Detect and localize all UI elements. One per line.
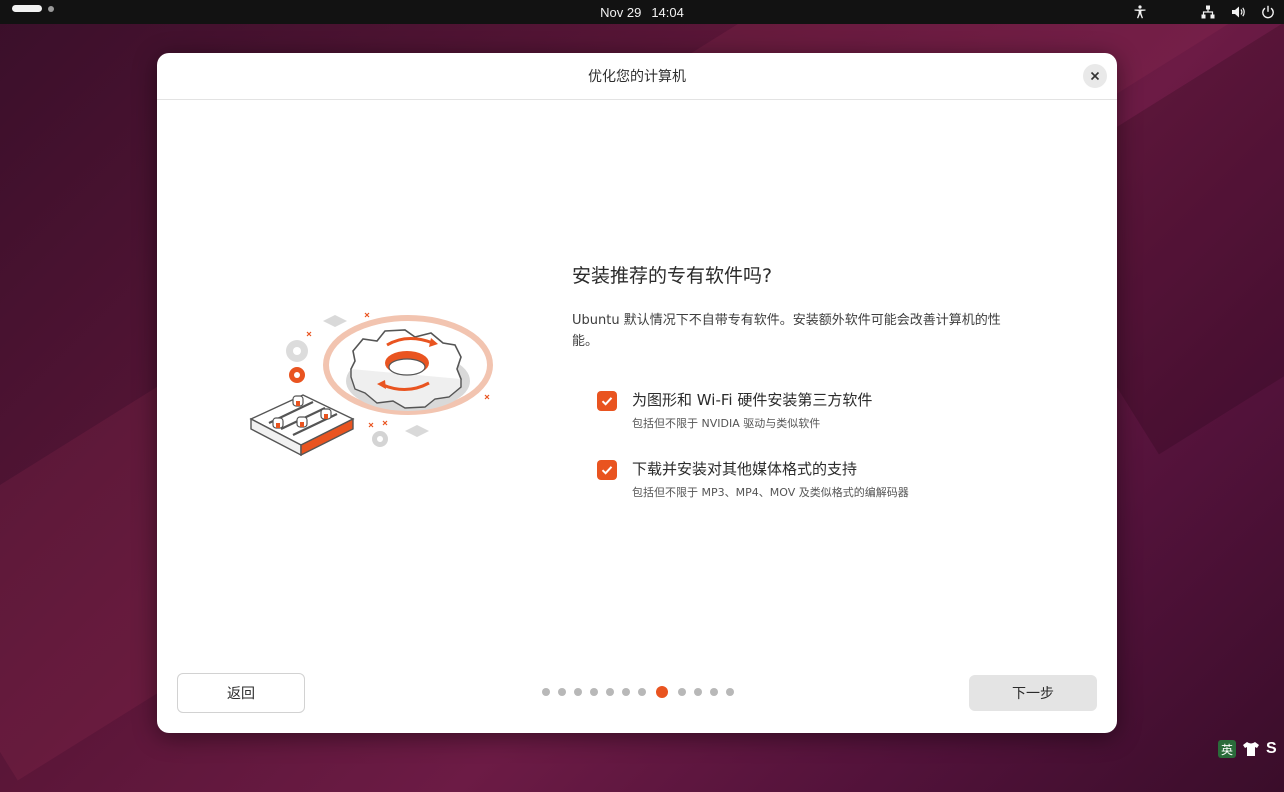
page-dot: [710, 688, 718, 696]
close-icon: [1090, 71, 1100, 81]
checkmark-icon: [601, 397, 613, 406]
page-dot: [726, 688, 734, 696]
main-content: 安装推荐的专有软件吗? Ubuntu 默认情况下不自带专有软件。安装额外软件可能…: [572, 261, 1032, 528]
page-dot: [678, 688, 686, 696]
page-dot: [574, 688, 582, 696]
third-party-checkbox[interactable]: [597, 391, 617, 411]
activities-indicator[interactable]: [12, 5, 54, 12]
clock-date[interactable]: Nov 29: [600, 5, 641, 20]
page-description: Ubuntu 默认情况下不自带专有软件。安装额外软件可能会改善计算机的性能。: [572, 313, 1001, 349]
option-sublabel: 包括但不限于 NVIDIA 驱动与类似软件: [632, 417, 821, 430]
installer-dialog: 优化您的计算机 安装推荐的专有软件吗? Ubuntu 默认情况下不自带专有软件。…: [157, 53, 1117, 733]
option-label: 为图形和 Wi-Fi 硬件安装第三方软件: [632, 391, 873, 409]
option-sublabel: 包括但不限于 MP3、MP4、MOV 及类似格式的编解码器: [632, 486, 909, 499]
input-method-indicator[interactable]: 英: [1218, 740, 1236, 758]
options-list: 为图形和 Wi-Fi 硬件安装第三方软件 包括但不限于 NVIDIA 驱动与类似…: [597, 390, 1032, 500]
network-icon[interactable]: [1200, 4, 1216, 20]
top-bar: Nov 29 14:04: [0, 0, 1284, 24]
media-formats-checkbox[interactable]: [597, 460, 617, 480]
option-media-formats[interactable]: 下载并安装对其他媒体格式的支持 包括但不限于 MP3、MP4、MOV 及类似格式…: [597, 459, 1032, 500]
page-dot: [558, 688, 566, 696]
clock[interactable]: Nov 29 14:04: [0, 0, 1284, 24]
page-dot: [694, 688, 702, 696]
checkmark-icon: [601, 466, 613, 475]
workspace-indicator: [48, 5, 54, 12]
corner-tray: 英 S: [1218, 740, 1277, 758]
page-dot: [622, 688, 630, 696]
option-label: 下载并安装对其他媒体格式的支持: [632, 460, 858, 478]
volume-icon[interactable]: [1230, 4, 1246, 20]
settings-gear-illustration: [249, 312, 493, 457]
clock-time[interactable]: 14:04: [651, 5, 684, 20]
page-heading: 安装推荐的专有软件吗?: [572, 265, 773, 287]
accessibility-icon[interactable]: [1132, 4, 1148, 20]
dialog-title: 优化您的计算机: [588, 69, 686, 85]
page-dot: [542, 688, 550, 696]
system-tray[interactable]: [1132, 0, 1276, 24]
workspace-active-indicator: [12, 5, 42, 12]
page-indicator: [542, 686, 734, 698]
power-icon[interactable]: [1260, 4, 1276, 20]
page-dot: [606, 688, 614, 696]
skin-icon[interactable]: [1242, 740, 1260, 758]
next-button[interactable]: 下一步: [969, 675, 1097, 711]
dialog-header: 优化您的计算机: [157, 53, 1117, 100]
back-button[interactable]: 返回: [177, 673, 305, 713]
page-dot: [590, 688, 598, 696]
page-dot: [638, 688, 646, 696]
page-dot-active: [656, 686, 668, 698]
close-button[interactable]: [1083, 64, 1107, 88]
option-third-party-drivers[interactable]: 为图形和 Wi-Fi 硬件安装第三方软件 包括但不限于 NVIDIA 驱动与类似…: [597, 390, 1032, 431]
s-indicator[interactable]: S: [1266, 740, 1277, 758]
